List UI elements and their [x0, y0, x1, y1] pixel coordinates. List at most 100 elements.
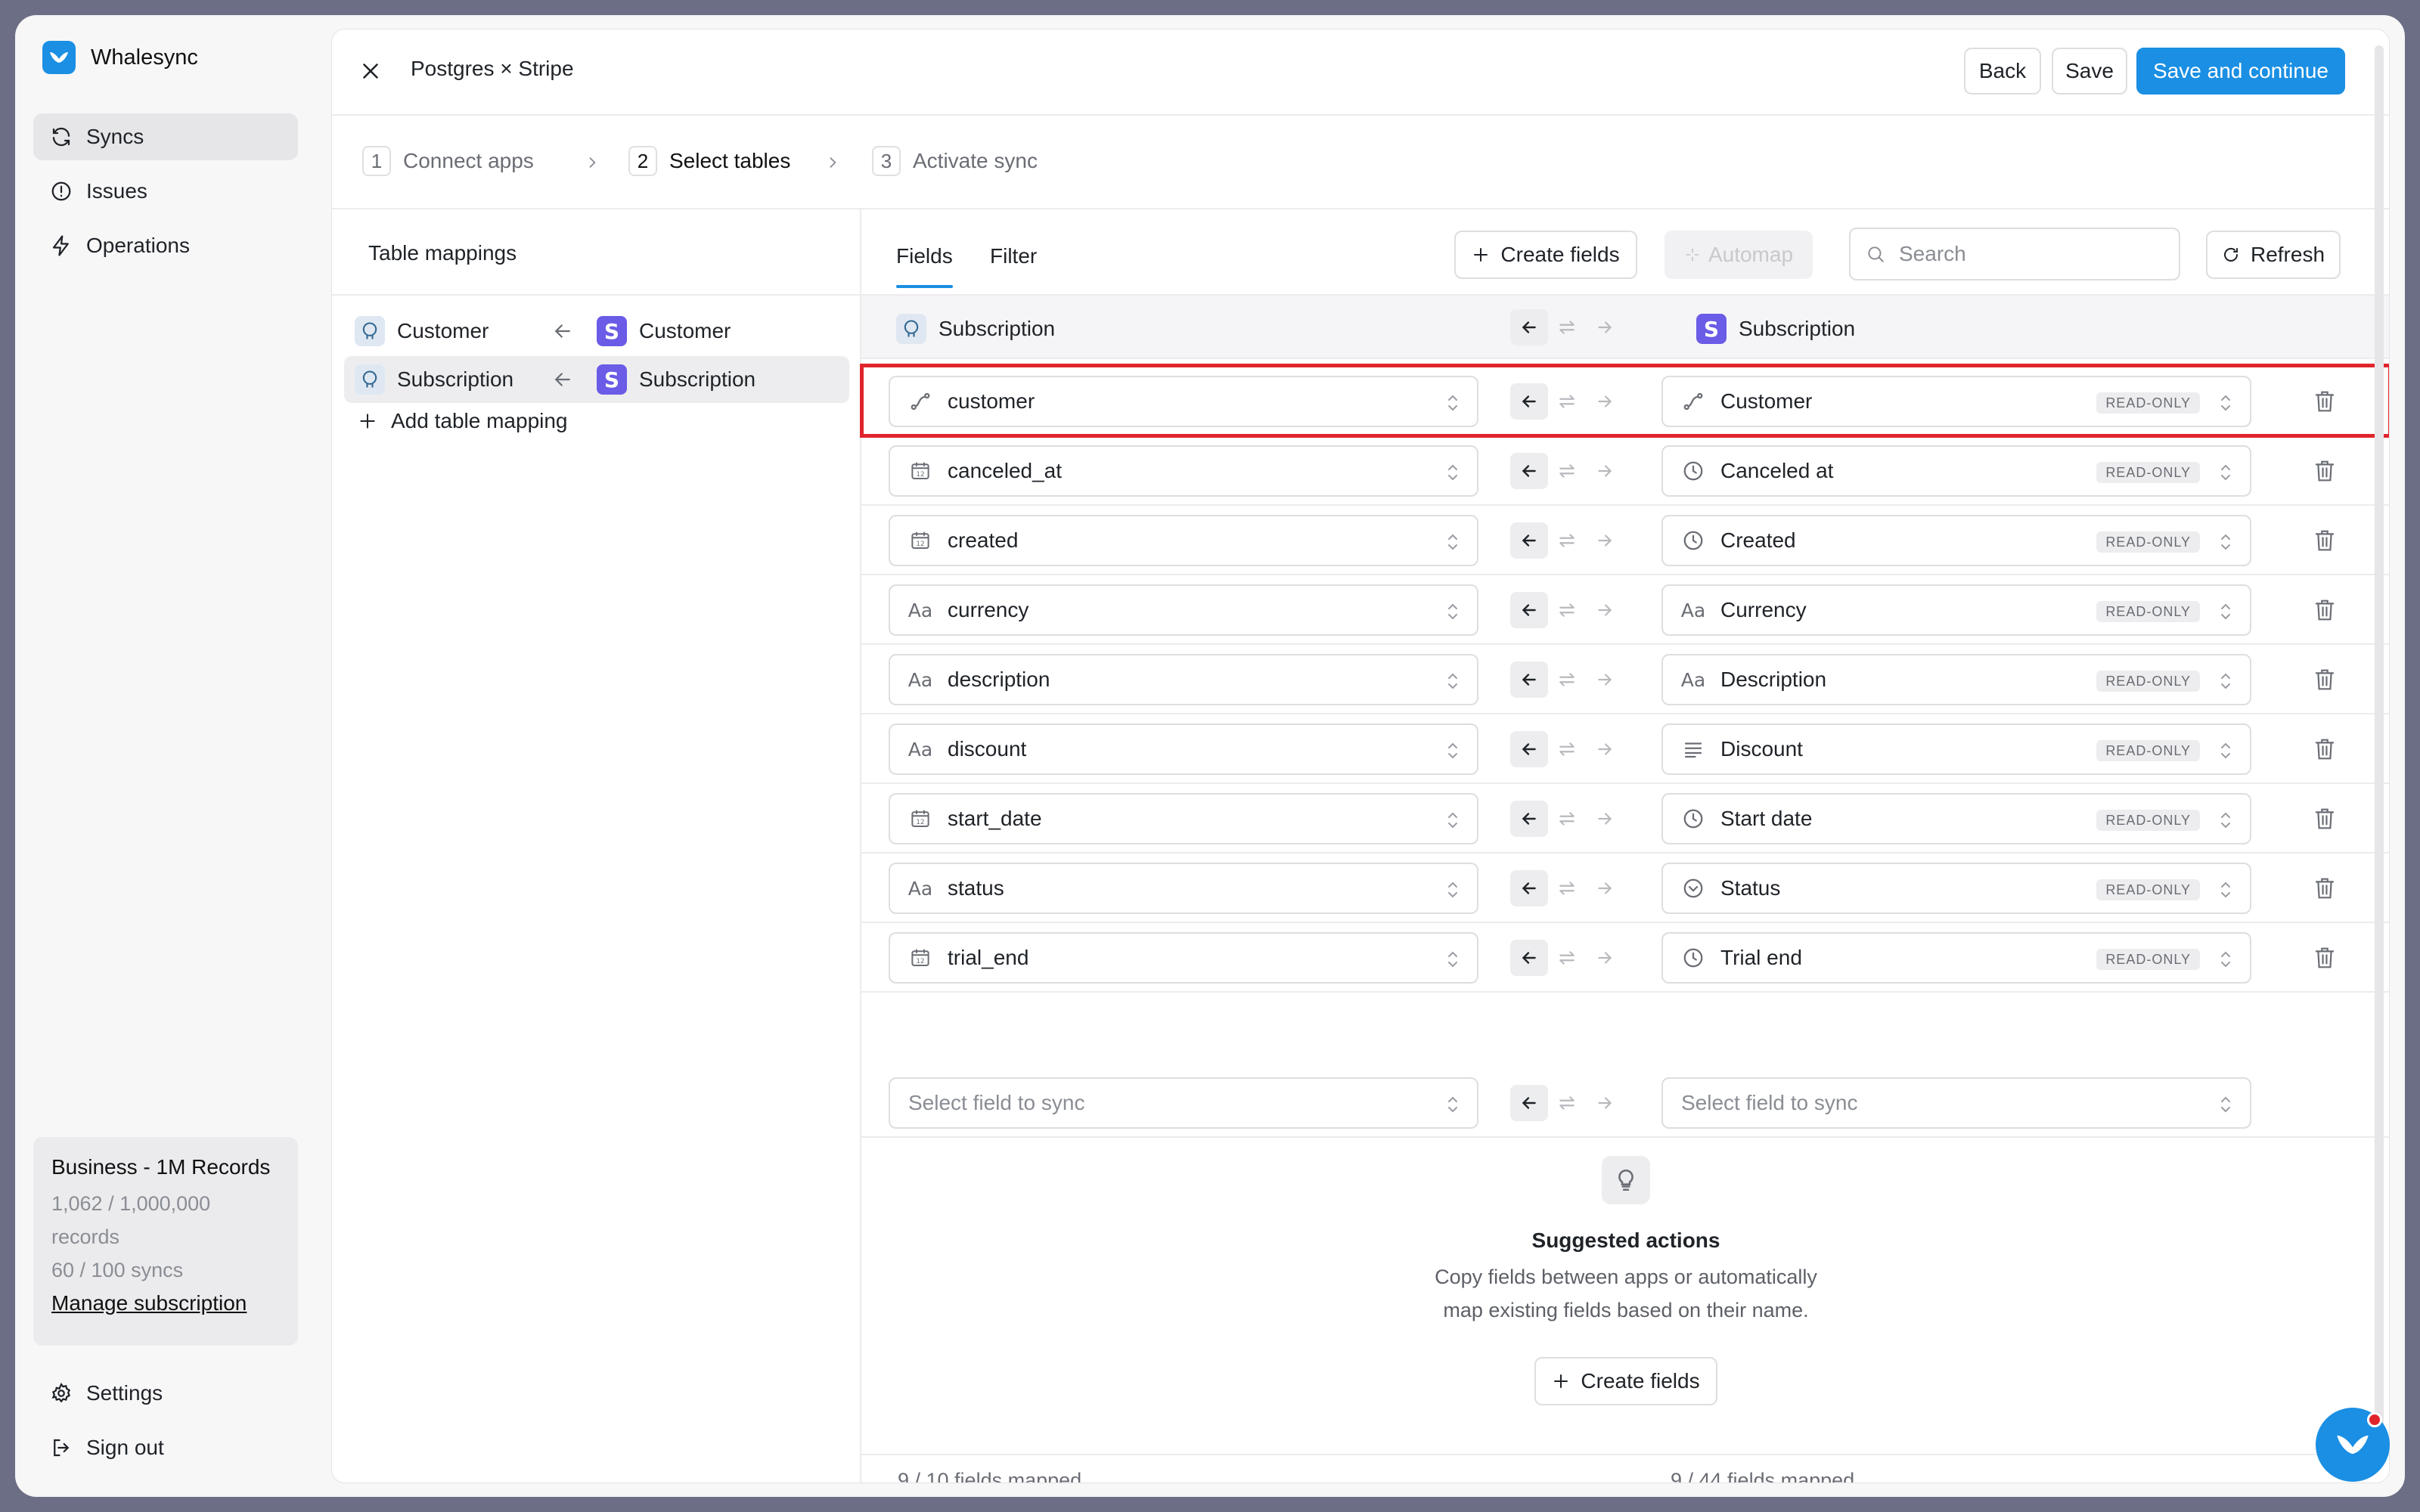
- left-field-select[interactable]: 12 created: [889, 515, 1478, 566]
- search-input[interactable]: Search: [1849, 228, 2180, 280]
- field-sync-direction: [1510, 870, 1624, 906]
- direction-both-button[interactable]: [1548, 731, 1586, 767]
- direction-right-button[interactable]: [1586, 522, 1624, 559]
- nav-item-settings[interactable]: Settings: [33, 1370, 298, 1417]
- left-field-select[interactable]: Aa discount: [889, 723, 1478, 775]
- tab-fields[interactable]: Fields: [896, 244, 953, 288]
- left-table-name: Subscription: [397, 367, 514, 391]
- left-field-select[interactable]: 12 trial_end: [889, 932, 1478, 984]
- create-fields-button[interactable]: Create fields: [1454, 231, 1637, 279]
- direction-both-button[interactable]: [1548, 453, 1586, 489]
- direction-right-button[interactable]: [1586, 1085, 1624, 1121]
- direction-both-button[interactable]: [1548, 1085, 1586, 1121]
- right-field-select[interactable]: Customer READ-ONLY: [1661, 376, 2251, 427]
- direction-left-button[interactable]: [1510, 731, 1548, 767]
- right-field-select[interactable]: Start date READ-ONLY: [1661, 793, 2251, 844]
- field-mapping-row: customer Customer READ-ONLY: [860, 364, 2389, 438]
- direction-both-button[interactable]: [1548, 522, 1586, 559]
- direction-right-button[interactable]: [1586, 940, 1624, 976]
- step-connect-apps[interactable]: 1 Connect apps: [362, 146, 534, 176]
- direction-right-button[interactable]: [1586, 592, 1624, 628]
- table-mapping-row[interactable]: Subscription S Subscription: [344, 356, 849, 403]
- trash-icon[interactable]: [2313, 668, 2336, 692]
- step-label: Activate sync: [913, 149, 1038, 172]
- direction-both-button[interactable]: [1548, 309, 1586, 345]
- direction-left-button[interactable]: [1510, 383, 1548, 420]
- direction-left-button[interactable]: [1510, 592, 1548, 628]
- direction-right-button[interactable]: [1586, 870, 1624, 906]
- direction-right-button[interactable]: [1586, 383, 1624, 420]
- direction-right-button[interactable]: [1586, 662, 1624, 698]
- trash-icon[interactable]: [2313, 459, 2336, 483]
- nav-item-issues[interactable]: Issues: [33, 168, 298, 215]
- direction-right-button[interactable]: [1586, 309, 1624, 345]
- direction-both-button[interactable]: [1548, 870, 1586, 906]
- direction-both-button[interactable]: [1548, 801, 1586, 837]
- refresh-button[interactable]: Refresh: [2206, 231, 2341, 279]
- read-only-badge: READ-ONLY: [2096, 531, 2200, 553]
- table-mapping-row[interactable]: Customer S Customer: [344, 308, 849, 355]
- direction-both-button[interactable]: [1548, 940, 1586, 976]
- add-table-mapping-button[interactable]: Add table mapping: [358, 409, 568, 433]
- left-field-select[interactable]: customer: [889, 376, 1478, 427]
- save-and-continue-button[interactable]: Save and continue: [2136, 48, 2345, 94]
- right-field-select[interactable]: Created READ-ONLY: [1661, 515, 2251, 566]
- two-way-arrows-icon: [1559, 534, 1575, 547]
- direction-left-button[interactable]: [1510, 662, 1548, 698]
- nav-item-sign-out[interactable]: Sign out: [33, 1424, 298, 1471]
- direction-left-button[interactable]: [1510, 801, 1548, 837]
- save-button[interactable]: Save: [2052, 48, 2127, 94]
- left-field-select[interactable]: Aa status: [889, 863, 1478, 914]
- create-fields-button[interactable]: Create fields: [1534, 1357, 1717, 1405]
- scrollbar[interactable]: [2375, 45, 2384, 1467]
- right-field-select[interactable]: Aa Description READ-ONLY: [1661, 654, 2251, 705]
- right-field-select[interactable]: Aa Currency READ-ONLY: [1661, 584, 2251, 636]
- manage-subscription-link[interactable]: Manage subscription: [51, 1291, 247, 1315]
- right-table-name: Subscription: [639, 367, 756, 391]
- left-field-select[interactable]: 12 canceled_at: [889, 445, 1478, 497]
- left-field-select[interactable]: Aa description: [889, 654, 1478, 705]
- right-field-select[interactable]: Select field to sync: [1661, 1077, 2251, 1129]
- left-field-name: customer: [948, 389, 1035, 413]
- field-sync-direction: [1510, 453, 1624, 489]
- left-field-select[interactable]: Select field to sync: [889, 1077, 1478, 1129]
- right-field-select[interactable]: Status READ-ONLY: [1661, 863, 2251, 914]
- direction-left-button[interactable]: [1510, 940, 1548, 976]
- direction-left-button[interactable]: [1510, 453, 1548, 489]
- nav-item-syncs[interactable]: Syncs: [33, 113, 298, 160]
- left-field-select[interactable]: 12 start_date: [889, 793, 1478, 844]
- back-button[interactable]: Back: [1964, 48, 2041, 94]
- step-select-tables[interactable]: 2 Select tables: [628, 146, 790, 176]
- chevron-updown-icon: [2221, 534, 2230, 550]
- close-icon[interactable]: [358, 58, 383, 84]
- direction-right-button[interactable]: [1586, 453, 1624, 489]
- trash-icon[interactable]: [2313, 598, 2336, 622]
- direction-both-button[interactable]: [1548, 383, 1586, 420]
- direction-right-button[interactable]: [1586, 801, 1624, 837]
- direction-left-button[interactable]: [1510, 522, 1548, 559]
- trash-icon[interactable]: [2313, 389, 2336, 414]
- tab-filter[interactable]: Filter: [990, 244, 1037, 268]
- automap-button[interactable]: Automap: [1665, 231, 1813, 279]
- trash-icon[interactable]: [2313, 807, 2336, 831]
- left-field-select[interactable]: Aa currency: [889, 584, 1478, 636]
- chevron-updown-icon: [1448, 464, 1457, 481]
- trash-icon[interactable]: [2313, 946, 2336, 970]
- direction-left-button[interactable]: [1510, 1085, 1548, 1121]
- arrow-right-icon: [1598, 813, 1612, 825]
- trash-icon[interactable]: [2313, 528, 2336, 553]
- right-field-select[interactable]: Discount READ-ONLY: [1661, 723, 2251, 775]
- step-activate-sync[interactable]: 3 Activate sync: [872, 146, 1038, 176]
- direction-right-button[interactable]: [1586, 731, 1624, 767]
- trash-icon[interactable]: [2313, 876, 2336, 900]
- chevron-updown-icon: [1448, 534, 1457, 550]
- trash-icon[interactable]: [2313, 737, 2336, 761]
- direction-both-button[interactable]: [1548, 662, 1586, 698]
- direction-both-button[interactable]: [1548, 592, 1586, 628]
- nav-item-operations[interactable]: Operations: [33, 222, 298, 269]
- brand[interactable]: Whalesync: [42, 41, 198, 74]
- direction-left-button[interactable]: [1510, 870, 1548, 906]
- right-field-select[interactable]: Trial end READ-ONLY: [1661, 932, 2251, 984]
- direction-left-button[interactable]: [1510, 309, 1548, 345]
- right-field-select[interactable]: Canceled at READ-ONLY: [1661, 445, 2251, 497]
